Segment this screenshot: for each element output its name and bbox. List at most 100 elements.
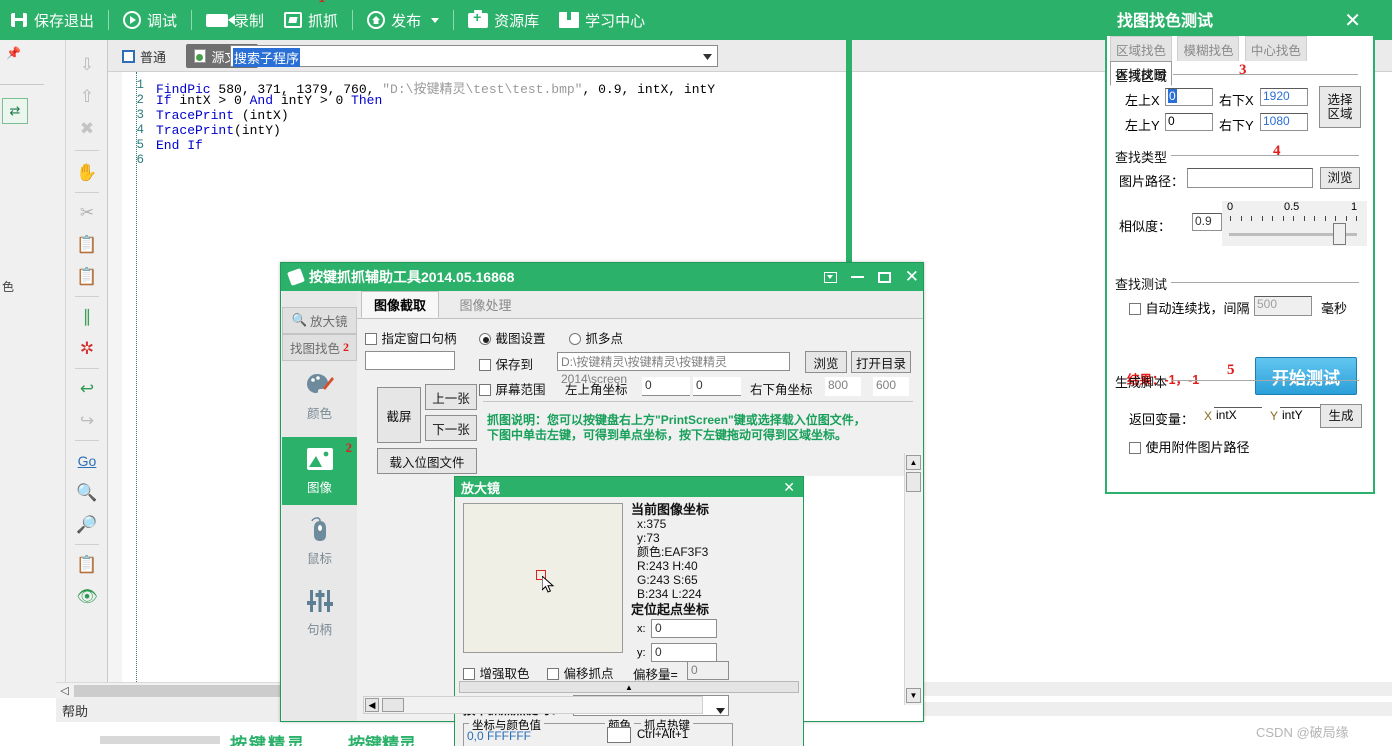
goto-line-icon[interactable]: Go [66,446,108,476]
toolbar-item-save-exit[interactable]: 保存退出 [0,0,104,40]
auto-find-checkbox[interactable] [1129,303,1141,315]
magnifier-canvas[interactable] [463,503,623,653]
toolbar-item-publish[interactable]: 发布 [357,0,449,40]
tab-fuzzy-color[interactable]: 模糊找色 [1177,36,1240,61]
sidebar-item-magnifier[interactable]: 🔍 放大镜 [282,307,357,334]
radio-multipoint[interactable] [569,333,581,345]
scrollbar-thumb[interactable] [906,472,921,492]
origin-x-input[interactable]: 0 [651,619,717,638]
open-directory-button[interactable]: 打开目录 [851,351,911,373]
move-up-icon[interactable]: ⇧ [66,82,108,112]
comment-icon[interactable]: ∥ [66,302,108,332]
undo-icon[interactable]: ↩ [66,374,108,404]
chevron-down-icon[interactable] [716,701,725,719]
dropdown-window-button[interactable] [823,271,837,283]
select-area-button[interactable]: 选择 区域 [1319,86,1361,128]
tab-image-capture[interactable]: 图像截取 [361,291,440,318]
cut-icon[interactable]: ✂ [66,198,108,228]
next-image-button[interactable]: 下一张 [425,415,477,441]
toolbar-item-learning[interactable]: 学习中心 [549,0,655,40]
use-attach-checkbox-row[interactable]: 使用附件图片路径 [1129,437,1249,457]
code-line[interactable]: End If [156,138,203,153]
save-to-checkbox[interactable] [479,359,491,371]
tab-image-process[interactable]: 图像处理 [447,291,523,318]
editor-tab-normal[interactable]: 普通 [114,44,174,68]
use-attach-checkbox[interactable] [1129,442,1141,454]
offset-point-checkbox[interactable] [547,668,559,680]
sidebar-item-handle[interactable]: 句柄 [282,579,357,647]
find-icon[interactable]: 🔍 [66,478,108,508]
save-to-checkbox-row[interactable]: 保存到 [479,354,533,374]
similarity-input[interactable]: 0.9 [1192,213,1222,231]
code-line[interactable]: TracePrint (intX) [156,108,289,123]
delete-icon[interactable]: ✖ [66,114,108,144]
toolbar-item-debug[interactable]: 调试 [113,0,187,40]
move-down-icon[interactable]: ⇩ [66,50,108,80]
redo-icon[interactable]: ↪ [66,406,108,436]
uncomment-icon[interactable]: ✲ [66,334,108,364]
interval-input[interactable]: 500 [1254,296,1312,316]
toolbar-item-capture[interactable]: 抓抓 1 [274,0,348,40]
origin-y-input[interactable]: 0 [651,643,717,662]
start-test-button[interactable]: 开始测试 [1255,357,1357,395]
slider-knob[interactable] [1333,223,1346,245]
search-subroutine-input[interactable]: 搜索子程序 [230,45,718,67]
minimize-button[interactable] [850,276,864,278]
sidebar-item-mouse[interactable]: 鼠标 [282,507,357,575]
chevron-down-icon[interactable] [431,17,440,23]
offset-checkbox-row[interactable]: 偏移抓点 [547,663,613,683]
auto-find-checkbox-row[interactable]: 自动连续找，间隔 [1129,298,1249,318]
tab-center-color[interactable]: 中心找色 [1244,36,1307,61]
offset-amount-input[interactable]: 0 [687,661,729,680]
save-path-input[interactable]: D:\按键精灵\按键精灵\按键精灵2014\screen [557,352,790,386]
specify-handle-checkbox-row[interactable]: 指定窗口句柄 [365,328,456,348]
topleft-x-input[interactable]: 0 [642,377,690,396]
topleft-y-input[interactable]: 0 [693,377,741,396]
radio-multipoint-row[interactable]: 抓多点 [569,328,623,348]
handle-input[interactable] [365,351,455,370]
close-icon[interactable]: ✕ [1344,8,1361,33]
picture-path-input[interactable] [1187,168,1313,188]
properties-icon[interactable]: 📋 [66,550,108,580]
pin-icon[interactable]: 📌 [6,46,21,60]
hand-icon[interactable]: ✋ [66,158,108,188]
load-bitmap-button[interactable]: 载入位图文件 [377,448,477,474]
return-x-input[interactable]: intX [1214,407,1262,425]
bottomright-x-input[interactable]: 1920 [1260,88,1308,106]
tab-area-color[interactable]: 区域找色 [1110,36,1172,61]
specify-handle-checkbox[interactable] [365,333,377,345]
toolbar-item-resource[interactable]: 资源库 [458,0,549,40]
code-line[interactable]: TracePrint(intY) [156,123,281,138]
scroll-down-button[interactable]: ▼ [906,688,921,703]
close-icon[interactable]: ✕ [905,268,919,285]
generate-button[interactable]: 生成 [1320,404,1362,428]
code-line[interactable]: If intX > 0 And intY > 0 Then [156,93,382,108]
sidebar-item-image[interactable]: 2 图像 [282,437,366,505]
close-icon[interactable]: ✕ [783,479,795,496]
scroll-up-button[interactable]: ▲ [906,455,921,470]
watch-icon[interactable]: 👁 [66,582,108,612]
swap-icon[interactable]: ⇄ [2,98,28,124]
bottomright-y-input[interactable]: 1080 [1260,113,1308,131]
paste-icon[interactable]: 📋 [66,262,108,292]
screen-range-checkbox[interactable] [479,384,491,396]
similarity-slider[interactable]: 0 0.5 1 [1222,201,1367,246]
enhance-checkbox-row[interactable]: 增强取色 [463,663,529,683]
grab-dialog-vscrollbar[interactable]: ▲ ▼ [904,453,922,705]
topleft-x-input[interactable]: 0 [1165,88,1213,106]
chevron-down-icon[interactable] [699,49,715,65]
browse-picture-button[interactable]: 浏览 [1320,167,1360,189]
collapse-strip[interactable]: ▲ [459,681,799,693]
grab-body-hscrollbar[interactable]: ◀ [363,696,703,714]
prev-image-button[interactable]: 上一张 [425,384,477,410]
sidebar-item-find-image[interactable]: 找图找色 2 [282,334,357,361]
find-replace-icon[interactable]: 🔎 [66,510,108,540]
topleft-y-input[interactable]: 0 [1165,113,1213,131]
scrollbar-thumb[interactable] [382,698,404,712]
radio-capture-settings-row[interactable]: 截图设置 [479,328,545,348]
bottomright-y-input[interactable]: 600 [873,377,909,396]
enhance-color-checkbox[interactable] [463,668,475,680]
scroll-left-button[interactable]: ◀ [365,698,379,712]
bottomright-x-input[interactable]: 800 [825,377,861,396]
maximize-button[interactable] [877,271,891,283]
